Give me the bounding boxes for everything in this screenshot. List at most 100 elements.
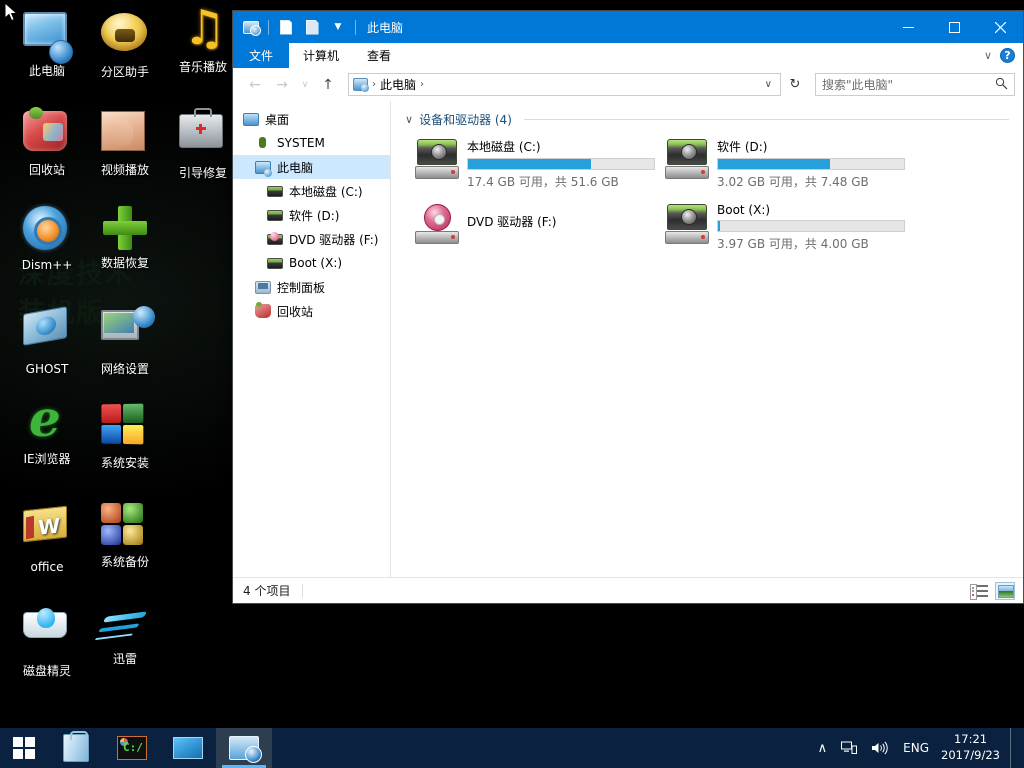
tab-file[interactable]: 文件 bbox=[233, 43, 290, 68]
system-tray[interactable]: ∧ ENG 17:21 2017/9/23 bbox=[811, 728, 1024, 768]
data-recovery-icon bbox=[101, 204, 149, 252]
up-button[interactable]: ↑ bbox=[316, 73, 340, 97]
desktop-icon-9[interactable]: GHOST bbox=[8, 302, 86, 377]
clock[interactable]: 17:21 2017/9/23 bbox=[937, 728, 1010, 768]
ribbon-tab-bar[interactable]: 文件 计算机 查看 ∨ ? bbox=[233, 43, 1023, 69]
capacity-bar-fill bbox=[468, 159, 591, 169]
video-player-icon bbox=[101, 111, 149, 159]
status-separator bbox=[302, 583, 304, 598]
desktop-icon-label: 数据恢复 bbox=[100, 256, 149, 270]
maximize-button[interactable] bbox=[931, 11, 977, 43]
office-icon bbox=[23, 505, 71, 556]
taskbar-item-1[interactable] bbox=[48, 728, 104, 768]
desktop-icon-5[interactable]: 视频播放 bbox=[86, 106, 164, 178]
drive-tile[interactable]: 软件 (D:) 3.02 GB 可用，共 7.48 GB bbox=[661, 134, 911, 193]
capacity-bar-fill bbox=[718, 159, 830, 169]
search-box[interactable] bbox=[815, 73, 1015, 96]
boot-repair-icon bbox=[179, 114, 227, 162]
tree-item-9[interactable]: 回收站 bbox=[233, 299, 390, 323]
desktop-icon-1[interactable]: 此电脑 bbox=[8, 8, 86, 79]
desktop-icon-label: 视频播放 bbox=[100, 163, 149, 177]
desktop-icon-6[interactable]: 引导修复 bbox=[164, 106, 242, 181]
desktop-icon-2[interactable]: 分区助手 bbox=[86, 8, 164, 80]
drive-name: 本地磁盘 (C:) bbox=[467, 140, 541, 154]
desktop-icon-15[interactable]: 磁盘精灵 bbox=[8, 600, 86, 679]
tree-item-4[interactable]: 本地磁盘 (C:) bbox=[233, 179, 390, 203]
properties-icon[interactable] bbox=[300, 15, 324, 39]
breadcrumb-separator-trailing[interactable]: › bbox=[418, 79, 426, 90]
tree-item-label: 桌面 bbox=[265, 112, 290, 127]
quick-access-toolbar[interactable]: ▼ bbox=[233, 15, 359, 39]
network-icon[interactable] bbox=[834, 728, 864, 768]
start-button[interactable] bbox=[0, 728, 48, 768]
close-button[interactable] bbox=[977, 11, 1023, 43]
tree-item-3[interactable]: 此电脑 bbox=[233, 155, 390, 179]
volume-icon[interactable] bbox=[864, 728, 895, 768]
taskbar-item-4[interactable] bbox=[216, 728, 272, 768]
desktop-icon-3[interactable]: 音乐播放 bbox=[164, 8, 242, 75]
desktop-icon-4[interactable]: 回收站 bbox=[8, 106, 86, 178]
clock-date: 2017/9/23 bbox=[941, 748, 1000, 762]
address-bar[interactable]: ← → ∨ ↑ › 此电脑 › ∨ ↻ bbox=[233, 69, 1023, 101]
refresh-button[interactable]: ↻ bbox=[784, 73, 806, 96]
desktop-icon-8[interactable]: 数据恢复 bbox=[86, 204, 164, 271]
search-input[interactable] bbox=[822, 77, 995, 92]
desktop-icon-12[interactable]: 系统安装 bbox=[86, 400, 164, 471]
chevron-down-icon[interactable]: ∨ bbox=[984, 49, 992, 62]
back-button[interactable]: ← bbox=[243, 73, 267, 97]
recycle-bin-icon bbox=[255, 303, 271, 319]
desktop-icon-label: 迅雷 bbox=[112, 652, 137, 666]
tree-item-8[interactable]: 控制面板 bbox=[233, 275, 390, 299]
tree-item-7[interactable]: Boot (X:) bbox=[233, 251, 390, 275]
search-icon[interactable] bbox=[995, 77, 1008, 93]
desktop-icon-16[interactable]: 迅雷 bbox=[86, 600, 164, 667]
show-desktop-button[interactable] bbox=[1010, 728, 1018, 768]
content-pane[interactable]: ∨ 设备和驱动器 (4) 本地磁盘 (C:) 17.4 GB 可用，共 51.6 … bbox=[391, 101, 1023, 577]
large-icons-view-icon[interactable] bbox=[995, 581, 1015, 600]
explorer-icon[interactable] bbox=[239, 15, 263, 39]
tree-item-1[interactable]: 桌面 bbox=[233, 107, 390, 131]
group-header[interactable]: ∨ 设备和驱动器 (4) bbox=[405, 111, 1009, 128]
tree-item-label: SYSTEM bbox=[277, 136, 325, 150]
file-explorer-window[interactable]: ▼ 此电脑 文件 计算机 查看 ∨ ? ← → ∨ ↑ › 此电脑 › ∨ ↻ … bbox=[232, 10, 1024, 604]
drive-tile[interactable]: 本地磁盘 (C:) 17.4 GB 可用，共 51.6 GB bbox=[411, 134, 661, 193]
details-view-icon[interactable] bbox=[969, 582, 989, 600]
new-document-icon[interactable] bbox=[274, 15, 298, 39]
tray-overflow-icon[interactable]: ∧ bbox=[811, 728, 835, 768]
tab-view[interactable]: 查看 bbox=[353, 43, 405, 68]
chevron-down-icon[interactable]: ▼ bbox=[326, 15, 350, 39]
navigation-pane[interactable]: 桌面 SYSTEM 此电脑本地磁盘 (C:) 软件 (D:) DVD 驱动器 (F:) B… bbox=[233, 101, 391, 577]
drive-tile[interactable]: Boot (X:) 3.97 GB 可用，共 4.00 GB bbox=[661, 199, 911, 255]
chevron-down-icon[interactable]: ∨ bbox=[405, 113, 413, 126]
window-title-bar[interactable]: ▼ 此电脑 bbox=[233, 11, 1023, 43]
address-dropdown-icon[interactable]: ∨ bbox=[761, 79, 776, 90]
input-language-indicator[interactable]: ENG bbox=[895, 728, 937, 768]
minimize-button[interactable] bbox=[885, 11, 931, 43]
windows-start-icon bbox=[13, 737, 35, 759]
breadcrumb-bar[interactable]: › 此电脑 › ∨ bbox=[348, 73, 781, 96]
desktop-icon-10[interactable]: 网络设置 bbox=[86, 302, 164, 377]
tab-computer[interactable]: 计算机 bbox=[289, 43, 353, 68]
recent-locations-button[interactable]: ∨ bbox=[297, 73, 313, 97]
thunder-download-icon bbox=[101, 600, 149, 648]
drive-tile[interactable]: DVD 驱动器 (F:) bbox=[411, 199, 661, 255]
drive-info: Boot (X:) 3.97 GB 可用，共 4.00 GB bbox=[717, 202, 907, 252]
desktop-icon-7[interactable]: Dism++ bbox=[8, 204, 86, 273]
tree-item-label: 控制面板 bbox=[277, 280, 326, 295]
desktop-icon-11[interactable]: IE浏览器 bbox=[8, 400, 86, 467]
capacity-bar-fill bbox=[718, 221, 720, 231]
taskbar-item-2[interactable] bbox=[104, 728, 160, 768]
desktop-icon-13[interactable]: office bbox=[8, 500, 86, 575]
tree-item-label: 本地磁盘 (C:) bbox=[289, 184, 363, 199]
drive-name: 软件 (D:) bbox=[717, 140, 768, 154]
tree-item-6[interactable]: DVD 驱动器 (F:) bbox=[233, 227, 390, 251]
help-icon[interactable]: ? bbox=[1000, 48, 1015, 63]
desktop-icon-14[interactable]: 系统备份 bbox=[86, 500, 164, 570]
breadcrumb-item-this-pc[interactable]: 此电脑 bbox=[380, 76, 416, 93]
taskbar-item-3[interactable] bbox=[160, 728, 216, 768]
taskbar[interactable]: ∧ ENG 17:21 2017/9/23 bbox=[0, 728, 1024, 768]
tree-item-2[interactable]: SYSTEM bbox=[233, 131, 390, 155]
file-explorer-icon bbox=[229, 736, 262, 763]
tree-item-5[interactable]: 软件 (D:) bbox=[233, 203, 390, 227]
forward-button[interactable]: → bbox=[270, 73, 294, 97]
